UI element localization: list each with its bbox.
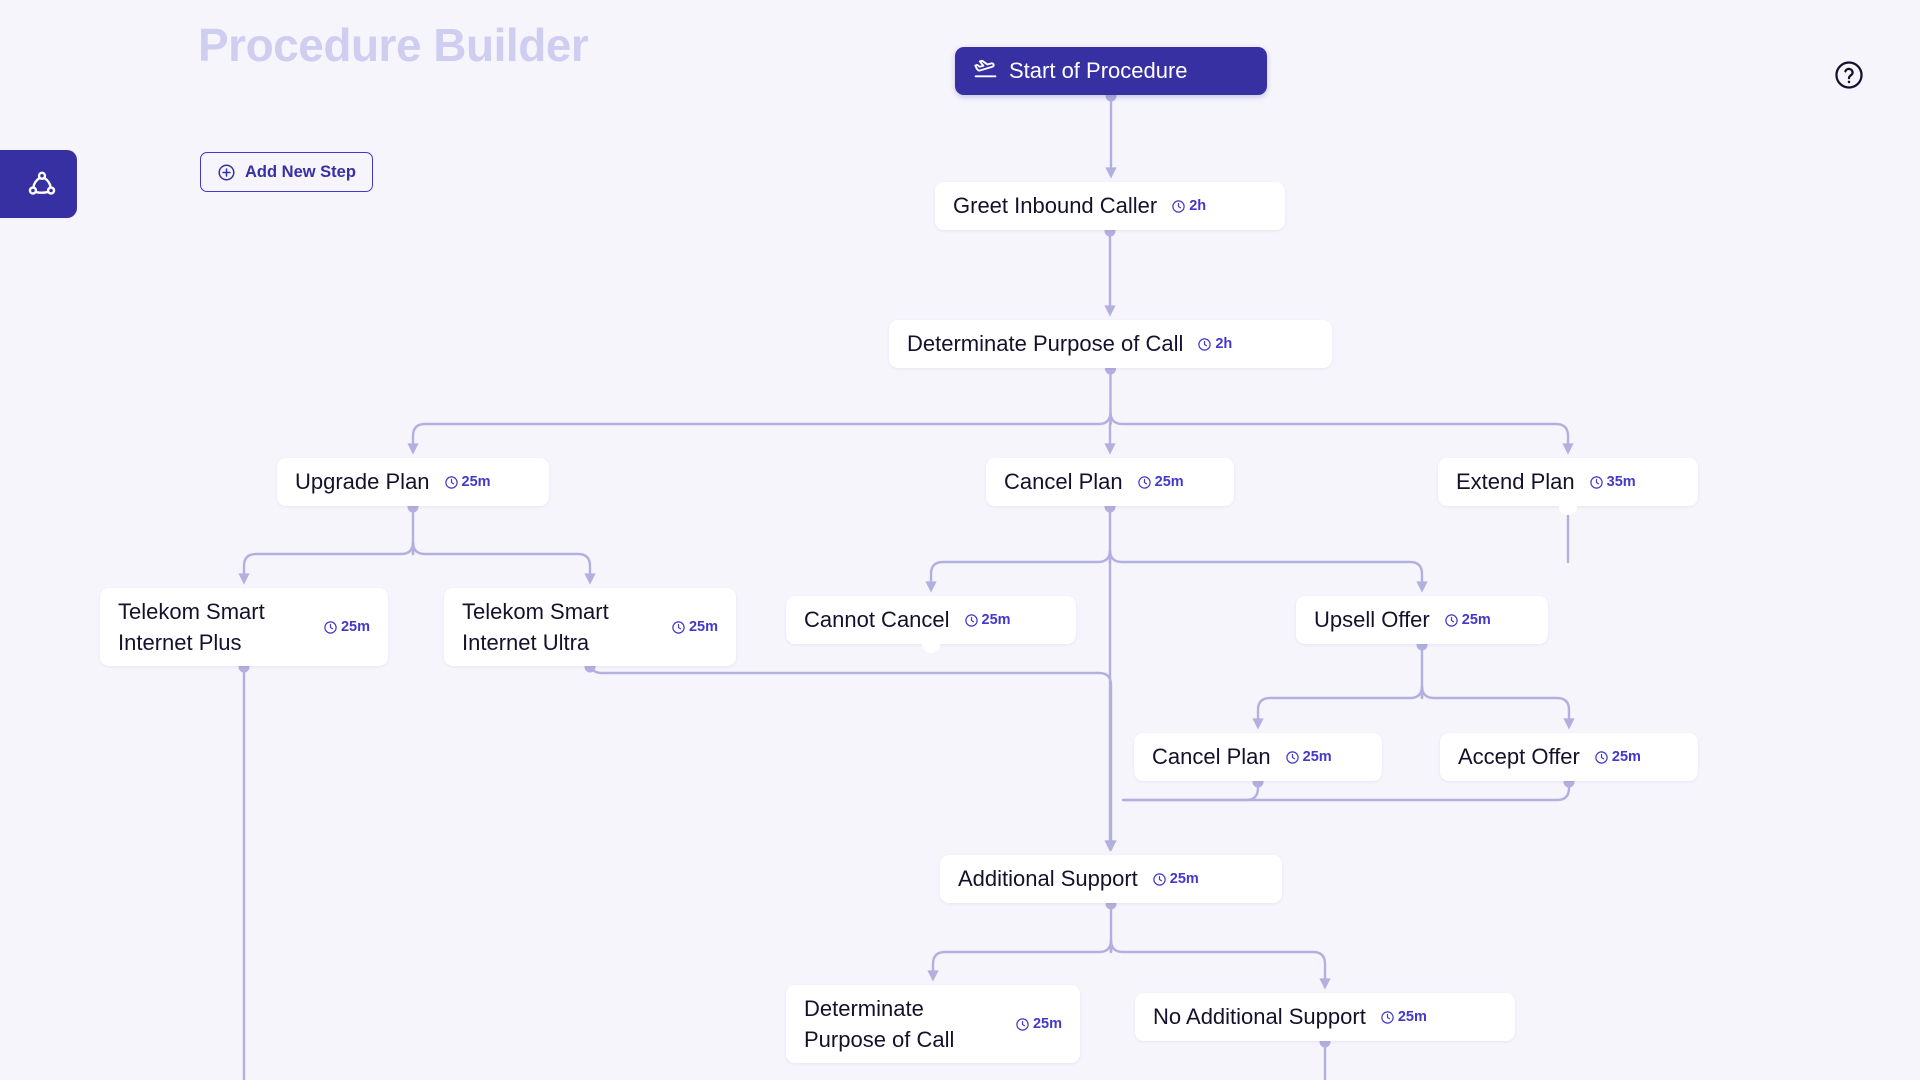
duration-value: 25m [1170,871,1199,887]
clock-icon [1015,1017,1030,1032]
clock-icon [444,475,459,490]
flow-node-determinate2[interactable]: Determinate Purpose of Call 25m [786,985,1080,1063]
clock-icon [1152,872,1167,887]
duration-badge: 2h [1171,198,1206,214]
plus-circle-icon [217,163,236,182]
duration-badge: 25m [1285,749,1332,765]
flow-node-cancel2[interactable]: Cancel Plan 25m [1134,733,1382,781]
flow-node-label: No Additional Support [1153,1001,1366,1032]
flow-node-label: Accept Offer [1458,741,1580,772]
app-logo-chip[interactable] [0,150,77,218]
clock-icon [1197,337,1212,352]
clock-icon [1171,199,1186,214]
flow-node-label: Greet Inbound Caller [953,190,1157,221]
help-circle-icon[interactable] [1833,59,1865,91]
plane-takeoff-icon [973,56,998,86]
add-new-step-label: Add New Step [245,163,356,182]
duration-badge: 25m [444,474,491,490]
flow-node-upsell[interactable]: Upsell Offer 25m [1296,596,1548,644]
flow-node-noaddsupport[interactable]: No Additional Support 25m [1135,993,1515,1041]
flow-node-plus[interactable]: Telekom Smart Internet Plus 25m [100,588,388,666]
page-title: Procedure Builder [198,18,588,72]
flow-node-addsupport[interactable]: Additional Support 25m [940,855,1282,903]
duration-badge: 25m [1444,612,1491,628]
flow-node-label: Cancel Plan [1152,741,1271,772]
flow-node-label: Start of Procedure [1009,55,1188,86]
procedure-builder-canvas: Procedure Builder Add New Step Start of … [0,0,1920,1080]
clock-icon [323,620,338,635]
clock-icon [1380,1010,1395,1025]
flow-node-determinate1[interactable]: Determinate Purpose of Call 2h [889,320,1332,368]
flow-node-cannotcancel[interactable]: Cannot Cancel 25m [786,596,1076,644]
duration-value: 25m [689,619,718,635]
share-nodes-icon [25,167,59,201]
duration-value: 35m [1607,474,1636,490]
duration-badge: 25m [323,619,370,635]
duration-badge: 25m [964,612,1011,628]
clock-icon [1589,475,1604,490]
flow-node-extend[interactable]: Extend Plan 35m [1438,458,1698,506]
add-new-step-button[interactable]: Add New Step [200,152,373,192]
duration-badge: 25m [1015,1016,1062,1032]
flow-node-label: Upsell Offer [1314,604,1430,635]
flow-node-label: Upgrade Plan [295,466,430,497]
flow-node-label: Telekom Smart Internet Plus [118,596,309,658]
duration-value: 25m [1033,1016,1062,1032]
duration-badge: 25m [1152,871,1199,887]
duration-badge: 35m [1589,474,1636,490]
duration-badge: 25m [1380,1009,1427,1025]
flow-node-greet[interactable]: Greet Inbound Caller 2h [935,182,1285,230]
clock-icon [1285,750,1300,765]
flow-node-label: Additional Support [958,863,1138,894]
clock-icon [671,620,686,635]
flow-node-ultra[interactable]: Telekom Smart Internet Ultra 25m [444,588,736,666]
flow-node-label: Cancel Plan [1004,466,1123,497]
clock-icon [1444,613,1459,628]
flow-node-start[interactable]: Start of Procedure [955,47,1267,95]
duration-badge: 25m [1594,749,1641,765]
flow-node-label: Extend Plan [1456,466,1575,497]
flow-node-port-cannotcancel [922,644,940,653]
duration-badge: 2h [1197,336,1232,352]
duration-value: 25m [341,619,370,635]
duration-value: 2h [1189,198,1206,214]
flow-node-label: Determinate Purpose of Call [907,328,1183,359]
duration-badge: 25m [671,619,718,635]
duration-value: 2h [1215,336,1232,352]
duration-value: 25m [1612,749,1641,765]
duration-value: 25m [1303,749,1332,765]
flow-node-upgrade[interactable]: Upgrade Plan 25m [277,458,549,506]
duration-value: 25m [462,474,491,490]
duration-value: 25m [1155,474,1184,490]
clock-icon [1594,750,1609,765]
duration-value: 25m [982,612,1011,628]
flow-node-port-extend [1559,506,1577,515]
clock-icon [964,613,979,628]
duration-badge: 25m [1137,474,1184,490]
duration-value: 25m [1462,612,1491,628]
flow-node-label: Determinate Purpose of Call [804,993,1001,1055]
flow-node-label: Cannot Cancel [804,604,950,635]
duration-value: 25m [1398,1009,1427,1025]
clock-icon [1137,475,1152,490]
flow-node-cancel1[interactable]: Cancel Plan 25m [986,458,1234,506]
flow-node-label: Telekom Smart Internet Ultra [462,596,657,658]
flow-node-accept[interactable]: Accept Offer 25m [1440,733,1698,781]
